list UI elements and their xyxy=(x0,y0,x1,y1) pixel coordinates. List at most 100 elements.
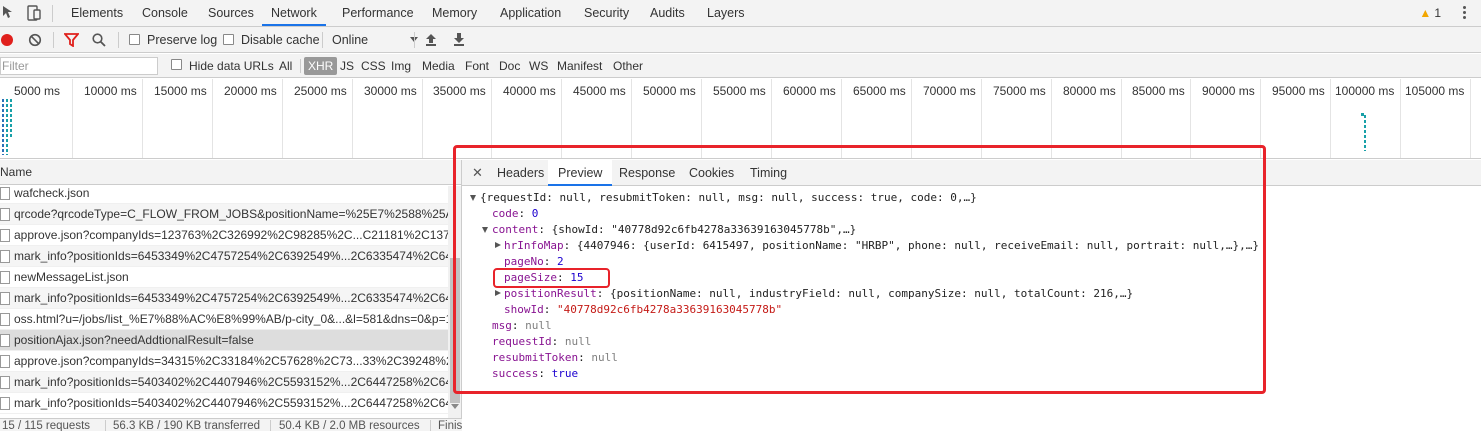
tab-security[interactable]: Security xyxy=(575,0,638,26)
json-root[interactable]: {requestId: null, resubmitToken: null, m… xyxy=(470,190,977,206)
json-row-pageno: pageNo: 2 xyxy=(504,255,564,268)
timeline-gridline xyxy=(1121,79,1122,158)
tab-network[interactable]: Network xyxy=(262,0,326,26)
request-row[interactable]: newMessageList.json xyxy=(0,267,461,288)
tab-application[interactable]: Application xyxy=(491,0,570,26)
request-row[interactable]: approve.json?companyIds=34315%2C33184%2C… xyxy=(0,351,461,372)
request-row[interactable]: mark_info?positionIds=6453349%2C4757254%… xyxy=(0,246,461,267)
hide-data-urls-checkbox[interactable] xyxy=(171,59,182,70)
tab-console[interactable]: Console xyxy=(133,0,197,26)
filter-type-other[interactable]: Other xyxy=(609,57,647,75)
timeline-gridline xyxy=(142,79,143,158)
json-row-msg: msg: null xyxy=(492,319,552,332)
json-row-content[interactable]: content: {showId: "40778d92c6fb4278a3363… xyxy=(482,222,856,238)
request-row[interactable]: mark_info?positionIds=5403402%2C4407946%… xyxy=(0,393,461,414)
timeline-gridline xyxy=(352,79,353,158)
close-icon[interactable]: ✕ xyxy=(472,160,483,186)
tab-timing[interactable]: Timing xyxy=(740,160,797,186)
request-name: mark_info?positionIds=6453349%2C4757254%… xyxy=(14,291,461,305)
device-toolbar-icon[interactable] xyxy=(26,5,42,21)
filter-type-font[interactable]: Font xyxy=(461,57,493,75)
request-row[interactable]: mark_info?positionIds=6453349%2C4757254%… xyxy=(0,288,461,309)
filter-type-js[interactable]: JS xyxy=(336,57,358,75)
filter-input[interactable] xyxy=(0,57,158,75)
tab-performance[interactable]: Performance xyxy=(333,0,423,26)
disable-cache-checkbox[interactable] xyxy=(223,34,234,45)
import-har-icon[interactable] xyxy=(424,32,438,47)
scrollbar-thumb[interactable] xyxy=(450,258,460,403)
filter-type-ws[interactable]: WS xyxy=(525,57,552,75)
timeline-gridline xyxy=(911,79,912,158)
collapsed-arrow-icon[interactable] xyxy=(495,242,501,248)
scroll-down-icon[interactable] xyxy=(451,404,459,409)
tab-response[interactable]: Response xyxy=(609,160,685,186)
expand-arrow-icon[interactable] xyxy=(470,195,476,201)
name-column-header[interactable]: Name xyxy=(0,160,461,185)
filter-type-doc[interactable]: Doc xyxy=(495,57,524,75)
waterfall-bar xyxy=(2,99,4,155)
tab-cookies[interactable]: Cookies xyxy=(679,160,744,186)
inspect-element-icon[interactable] xyxy=(2,5,18,21)
more-options-icon[interactable] xyxy=(1463,6,1467,20)
json-row-requestid: requestId: null xyxy=(492,335,592,348)
json-row-positionresult[interactable]: positionResult: {positionName: null, ind… xyxy=(495,286,1133,302)
request-row[interactable]: qrcode?qrcodeType=C_FLOW_FROM_JOBS&posit… xyxy=(0,204,461,225)
filter-type-css[interactable]: CSS xyxy=(357,57,390,75)
request-name: oss.html?u=/jobs/list_%E7%88%AC%E8%99%AB… xyxy=(14,312,453,326)
search-icon[interactable] xyxy=(92,33,106,47)
json-row-code: code: 0 xyxy=(492,207,539,220)
export-har-icon[interactable] xyxy=(452,32,466,47)
request-name: positionAjax.json?needAddtionalResult=fa… xyxy=(14,333,254,347)
toolbar-divider xyxy=(52,5,53,22)
timeline-gridline xyxy=(72,79,73,158)
record-icon[interactable] xyxy=(0,33,14,47)
filter-divider xyxy=(300,59,301,73)
file-icon xyxy=(0,376,10,389)
filter-icon[interactable] xyxy=(64,33,79,47)
tab-preview[interactable]: Preview xyxy=(548,160,613,186)
preserve-log-checkbox[interactable] xyxy=(129,34,140,45)
request-row[interactable]: approve.json?companyIds=123763%2C326992%… xyxy=(0,225,461,246)
file-icon xyxy=(0,208,10,221)
request-row[interactable]: oss.html?u=/jobs/list_%E7%88%AC%E8%99%AB… xyxy=(0,309,461,330)
tab-audits[interactable]: Audits xyxy=(641,0,694,26)
timeline-tick-label: 65000 ms xyxy=(853,84,906,98)
request-name: mark_info?positionIds=5403402%2C4407946%… xyxy=(14,375,461,389)
request-row[interactable]: wafcheck.json xyxy=(0,183,461,204)
request-name: qrcode?qrcodeType=C_FLOW_FROM_JOBS&posit… xyxy=(14,207,461,221)
json-row-showid: showId: "40778d92c6fb4278a33639163045778… xyxy=(504,303,783,316)
collapsed-arrow-icon[interactable] xyxy=(495,290,501,296)
tab-elements[interactable]: Elements xyxy=(62,0,132,26)
hide-data-urls-label: Hide data URLs xyxy=(189,59,274,73)
timeline-gridline xyxy=(1051,79,1052,158)
expand-arrow-icon[interactable] xyxy=(482,227,488,233)
timeline-overview[interactable]: 5000 ms 10000 ms 15000 ms 20000 ms 25000 ms 3… xyxy=(0,79,1481,159)
filter-type-img[interactable]: Img xyxy=(387,57,415,75)
tab-memory[interactable]: Memory xyxy=(423,0,486,26)
warning-counter[interactable]: ▲ 1 xyxy=(1419,0,1441,26)
filter-type-all[interactable]: All xyxy=(275,57,296,75)
file-icon xyxy=(0,292,10,305)
throttling-select[interactable]: Online xyxy=(332,30,422,50)
toolbar-divider xyxy=(118,32,119,48)
tab-layers[interactable]: Layers xyxy=(698,0,754,26)
filter-type-media[interactable]: Media xyxy=(418,57,459,75)
request-row[interactable]: positionAjax.json?needAddtionalResult=fa… xyxy=(0,330,461,351)
request-rows: wafcheck.json qrcode?qrcodeType=C_FLOW_FR… xyxy=(0,183,461,414)
network-status-bar: 15 / 115 requests 56.3 KB / 190 KB trans… xyxy=(0,418,462,431)
status-divider xyxy=(430,420,431,431)
toolbar-divider xyxy=(53,32,54,48)
tab-sources[interactable]: Sources xyxy=(199,0,263,26)
filter-type-manifest[interactable]: Manifest xyxy=(553,57,606,75)
request-name: newMessageList.json xyxy=(14,270,129,284)
timeline-tick-label: 75000 ms xyxy=(993,84,1046,98)
file-icon xyxy=(0,397,10,410)
request-name: mark_info?positionIds=5403402%2C4407946%… xyxy=(14,396,461,410)
tab-headers[interactable]: Headers xyxy=(487,160,554,186)
request-row[interactable]: mark_info?positionIds=5403402%2C4407946%… xyxy=(0,372,461,393)
clear-icon[interactable] xyxy=(28,33,42,47)
filter-type-xhr[interactable]: XHR xyxy=(304,57,338,75)
timeline-tick-label: 30000 ms xyxy=(364,84,417,98)
transferred-size: 56.3 KB / 190 KB transferred xyxy=(113,420,261,431)
json-row-hrinfomap[interactable]: hrInfoMap: {4407946: {userId: 6415497, p… xyxy=(495,238,1259,254)
